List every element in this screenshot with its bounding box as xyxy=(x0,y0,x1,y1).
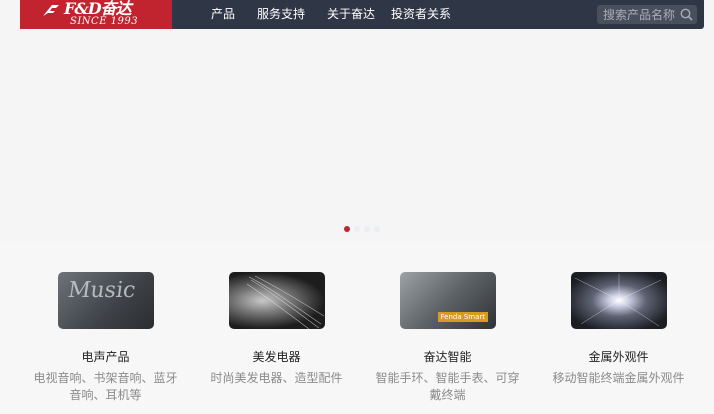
main-nav-links: 产品 服务支持 关于奋达 投资者关系 xyxy=(211,0,473,29)
thumb-fenda-smart-label: Fenda Smart xyxy=(437,312,489,322)
product-title[interactable]: 奋达智能 xyxy=(362,349,533,365)
nav-item-products[interactable]: 产品 xyxy=(211,0,235,29)
thumb-music-text: Music xyxy=(65,278,137,303)
brand-mark-icon xyxy=(43,5,59,16)
product-title[interactable]: 美发电器 xyxy=(191,349,362,365)
office-building-image xyxy=(466,118,714,241)
search-icon[interactable] xyxy=(680,8,693,21)
carousel-dot-4[interactable] xyxy=(374,226,380,232)
search-box xyxy=(597,5,697,24)
nav-item-investor-relations[interactable]: 投资者关系 xyxy=(391,0,451,29)
product-card-audio[interactable]: Music 电声产品 电视音响、书架音响、蓝牙音响、耳机等 xyxy=(20,241,191,414)
hero-banner[interactable]: F&D奋达 xyxy=(0,0,714,241)
nav-item-about[interactable]: 关于奋达 xyxy=(327,0,375,29)
product-thumb-hair[interactable] xyxy=(228,272,325,329)
brand-logo[interactable]: F&D奋达 SINCE 1993 xyxy=(20,0,172,29)
top-navigation-bar: F&D奋达 SINCE 1993 产品 服务支持 关于奋达 投资者关系 xyxy=(20,0,704,29)
product-card-metal[interactable]: 金属外观件 移动智能终端金属外观件 xyxy=(533,241,704,414)
building-sign: F&D奋达 xyxy=(485,142,539,156)
product-categories: Music 电声产品 电视音响、书架音响、蓝牙音响、耳机等 美发电器 时尚美发电… xyxy=(0,241,714,414)
hair-image xyxy=(246,275,324,329)
nav-item-service-support[interactable]: 服务支持 xyxy=(257,0,305,29)
product-title[interactable]: 金属外观件 xyxy=(533,349,704,365)
brand-name: F&D奋达 xyxy=(64,0,132,18)
carousel-indicators xyxy=(344,226,380,232)
sparks-image xyxy=(574,274,661,327)
product-desc: 智能手环、智能手表、可穿戴终端 xyxy=(375,371,520,402)
brand-since: SINCE 1993 xyxy=(70,16,139,27)
product-thumb-smart[interactable]: Fenda Smart xyxy=(399,272,496,329)
product-desc: 电视音响、书架音响、蓝牙音响、耳机等 xyxy=(33,371,178,402)
product-title[interactable]: 电声产品 xyxy=(20,349,191,365)
product-thumb-metal[interactable] xyxy=(570,272,667,329)
product-desc: 时尚美发电器、造型配件 xyxy=(210,371,343,385)
product-card-hair[interactable]: 美发电器 时尚美发电器、造型配件 xyxy=(191,241,362,414)
product-desc: 移动智能终端金属外观件 xyxy=(552,371,685,385)
carousel-dot-3[interactable] xyxy=(364,226,370,232)
carousel-dot-1[interactable] xyxy=(344,226,350,232)
product-thumb-audio[interactable]: Music xyxy=(57,272,154,329)
carousel-dot-2[interactable] xyxy=(354,226,360,232)
product-card-smart[interactable]: Fenda Smart 奋达智能 智能手环、智能手表、可穿戴终端 xyxy=(362,241,533,414)
search-input[interactable] xyxy=(603,5,679,24)
